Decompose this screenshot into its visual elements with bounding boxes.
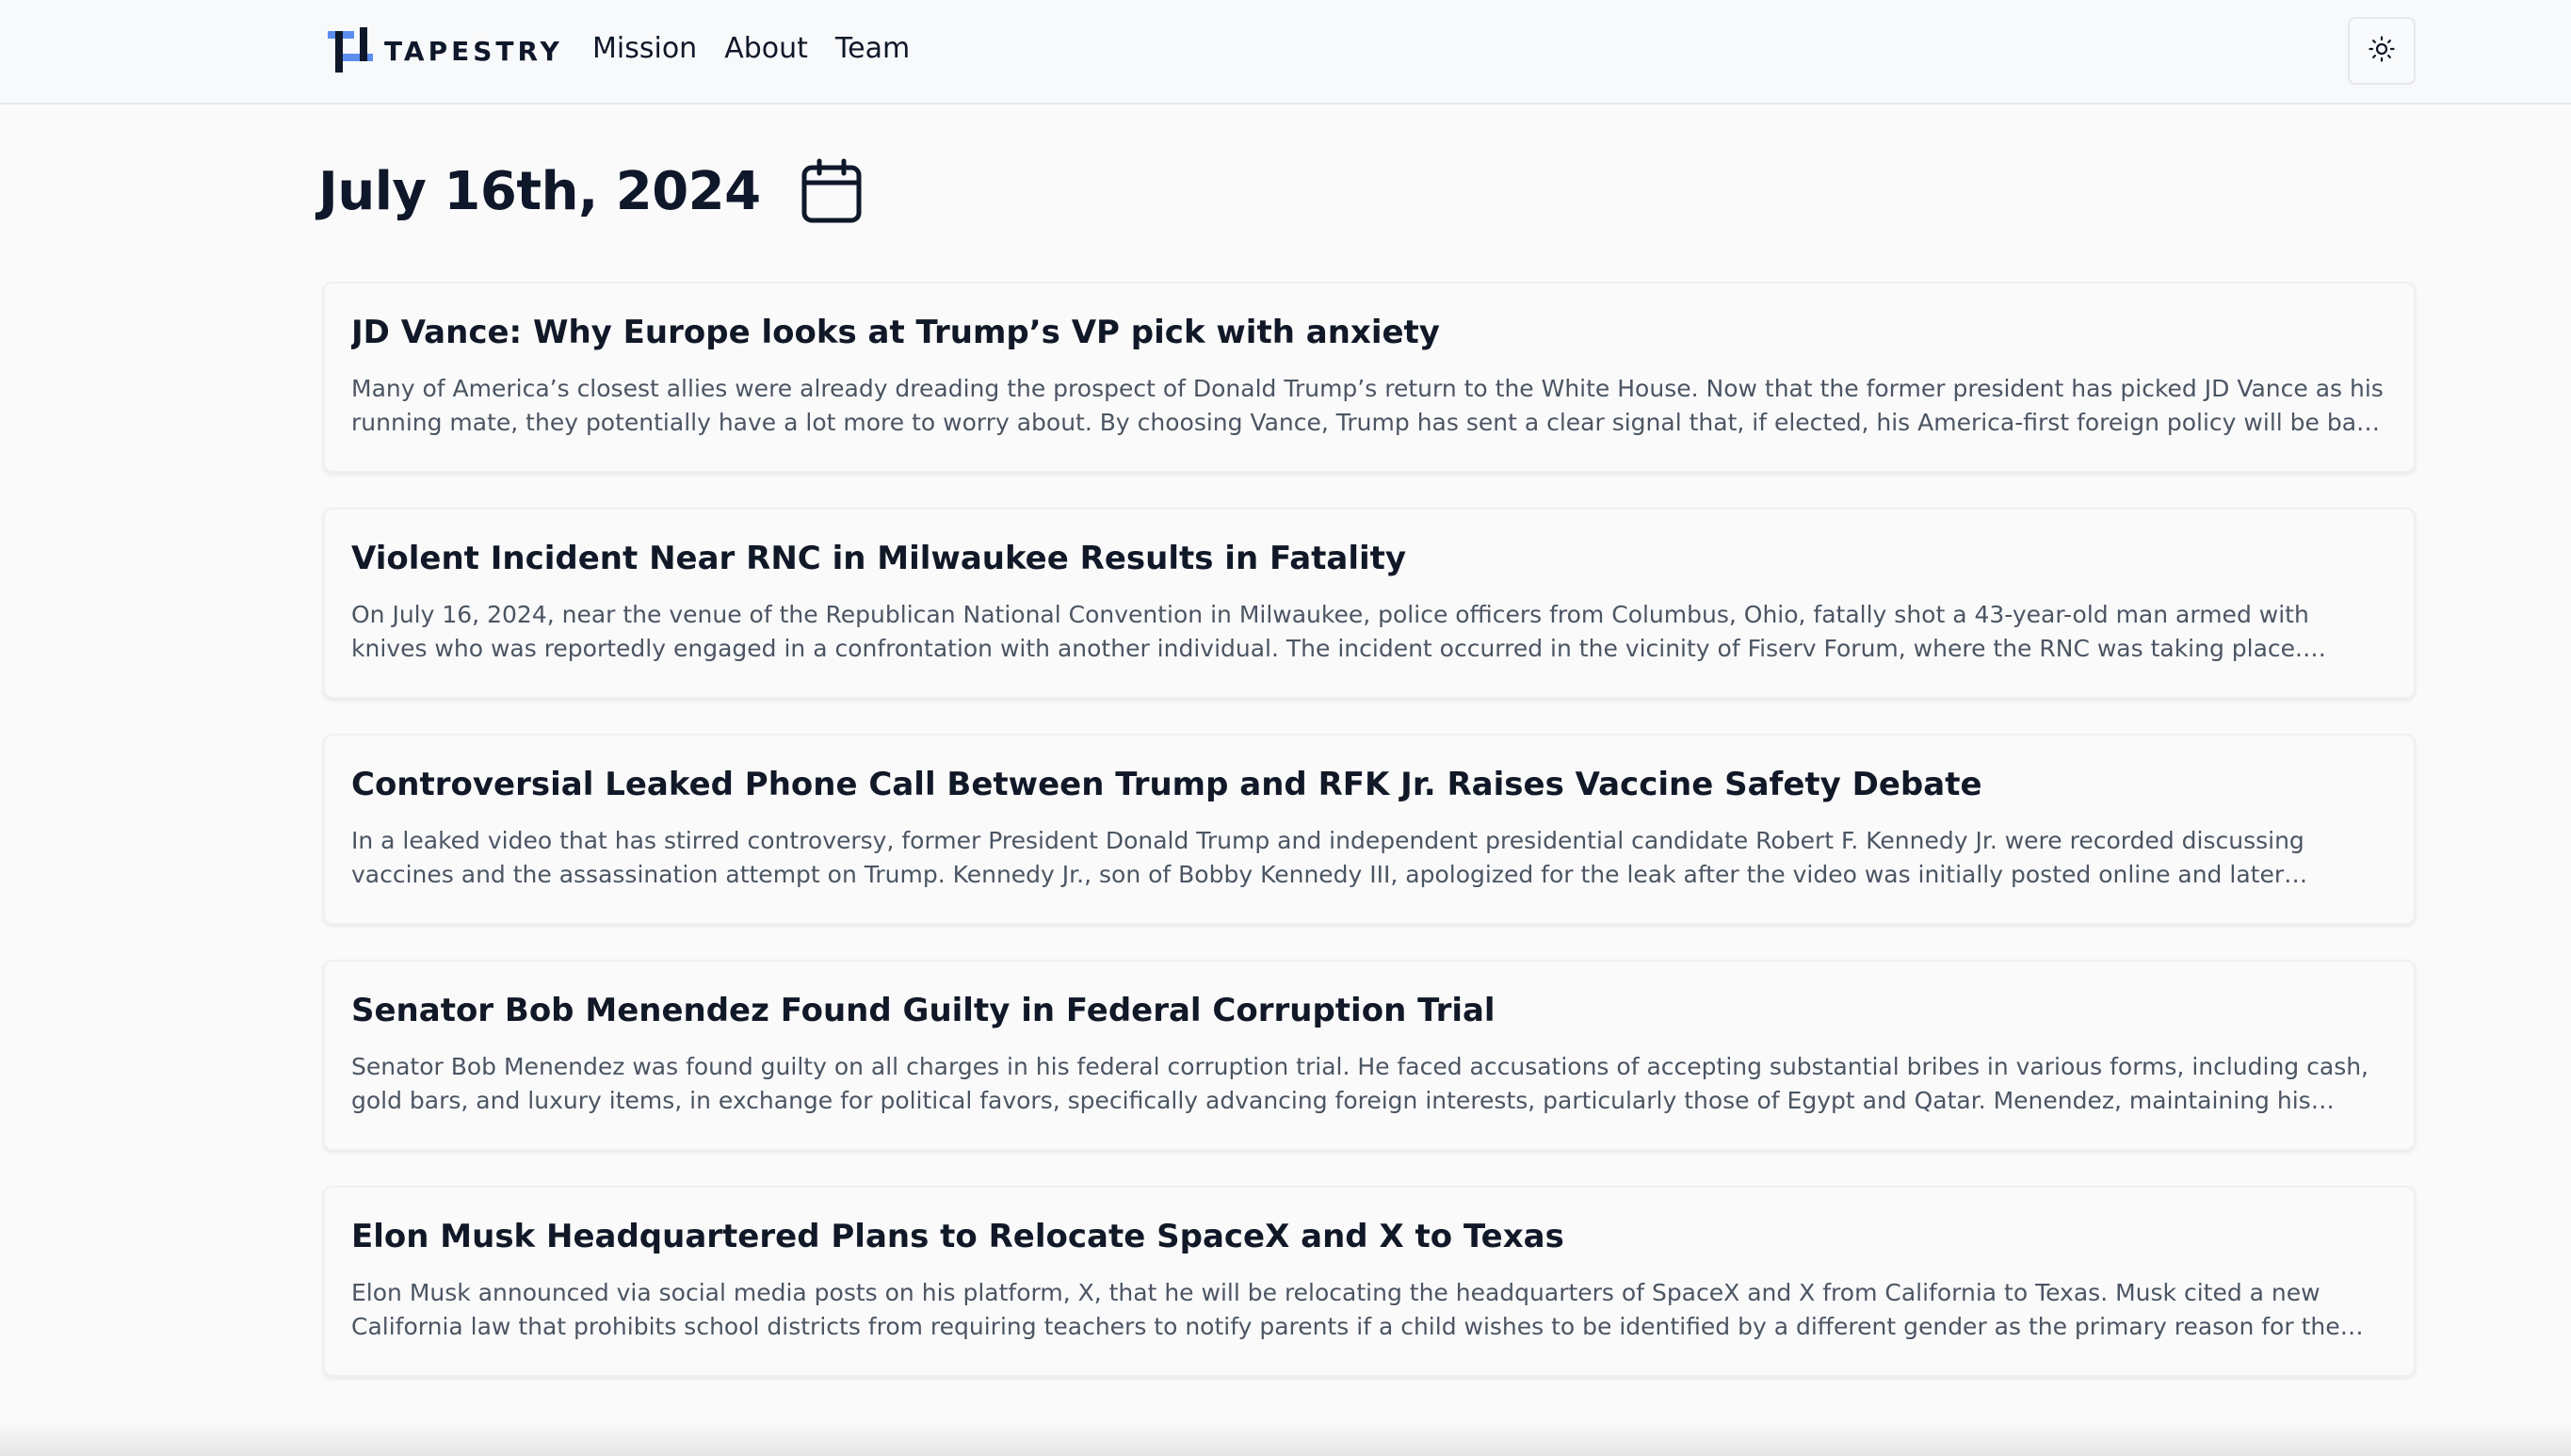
article-title[interactable]: Senator Bob Menendez Found Guilty in Fed… [351, 992, 2387, 1029]
article-card[interactable]: JD Vance: Why Europe looks at Trump’s VP… [323, 282, 2416, 473]
article-excerpt: In a leaked video that has stirred contr… [351, 827, 2304, 888]
article-card[interactable]: Violent Incident Near RNC in Milwaukee R… [323, 508, 2416, 699]
nav-link-team[interactable]: Team [835, 32, 910, 65]
top-navigation-bar: TAPESTRY Mission About Team [0, 0, 2571, 105]
nav-link-mission[interactable]: Mission [592, 32, 697, 65]
article-excerpt: Many of America’s closest allies were al… [351, 375, 2384, 436]
article-title[interactable]: JD Vance: Why Europe looks at Trump’s VP… [351, 314, 2387, 351]
brand-name: TAPESTRY [384, 35, 563, 67]
page-title: July 16th, 2024 [318, 160, 761, 222]
main-nav: Mission About Team [592, 32, 910, 65]
article-excerpt: On July 16, 2024, near the venue of the … [351, 601, 2309, 662]
nav-link-about[interactable]: About [724, 32, 808, 65]
theme-toggle-button[interactable] [2348, 17, 2416, 85]
sun-icon [2368, 35, 2396, 67]
article-title[interactable]: Controversial Leaked Phone Call Between … [351, 766, 2387, 803]
bottom-fade [0, 1422, 2571, 1456]
calendar-icon[interactable] [800, 158, 863, 224]
brand-logo[interactable]: TAPESTRY [328, 26, 563, 75]
article-card[interactable]: Elon Musk Headquartered Plans to Relocat… [323, 1186, 2416, 1377]
article-title[interactable]: Violent Incident Near RNC in Milwaukee R… [351, 540, 2387, 577]
article-list: JD Vance: Why Europe looks at Trump’s VP… [323, 282, 2416, 1412]
tapestry-logo-icon [328, 27, 375, 74]
article-card[interactable]: Senator Bob Menendez Found Guilty in Fed… [323, 960, 2416, 1151]
article-excerpt: Senator Bob Menendez was found guilty on… [351, 1053, 2369, 1114]
date-header: July 16th, 2024 [318, 158, 863, 224]
article-title[interactable]: Elon Musk Headquartered Plans to Relocat… [351, 1218, 2387, 1255]
article-card[interactable]: Controversial Leaked Phone Call Between … [323, 734, 2416, 925]
article-excerpt: Elon Musk announced via social media pos… [351, 1279, 2340, 1340]
